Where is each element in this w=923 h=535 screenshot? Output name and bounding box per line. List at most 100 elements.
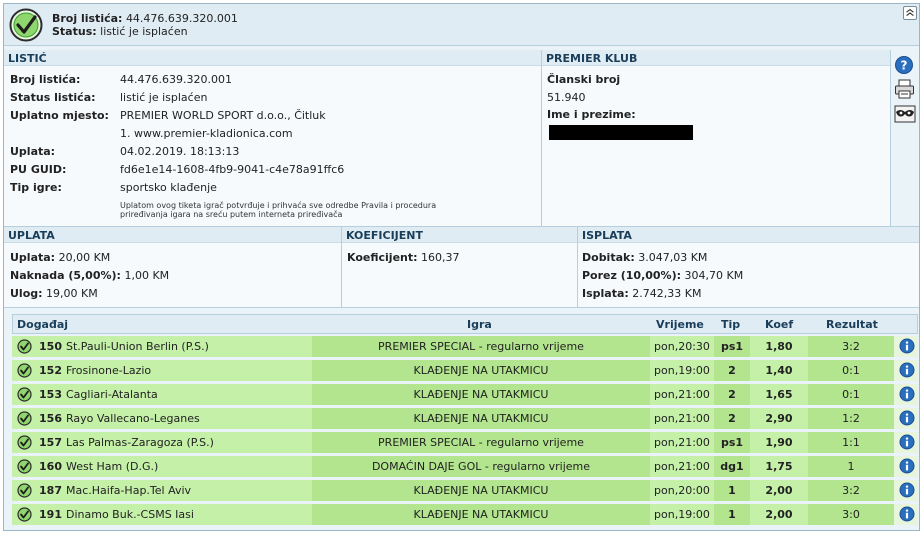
event-number: 152 — [39, 364, 62, 377]
info-icon[interactable] — [899, 362, 915, 378]
listic-value-site: 1. www.premier-kladionica.com — [120, 127, 293, 140]
listic-row-date: Uplata: — [10, 145, 56, 158]
table-row: 153 Cagliari-Atalanta KLAĐENJE NA UTAKMICU… — [12, 384, 918, 405]
ticket-header: Broj listića: 44.476.639.320.001 Status:… — [4, 4, 919, 46]
info-cell — [894, 504, 918, 525]
col-game: Igra — [467, 318, 492, 331]
time-cell: pon,19:00 — [650, 504, 714, 525]
game-cell: KLAĐENJE NA UTAKMICU — [312, 504, 650, 525]
help-icon[interactable]: ? — [894, 55, 914, 75]
event-name: Rayo Vallecano-Leganes — [66, 412, 200, 425]
tip-cell: 2 — [714, 384, 750, 405]
info-cell — [894, 432, 918, 453]
col-tip: Tip — [721, 318, 741, 331]
isplata-row-tax: Porez (10,00%): 304,70 KM — [582, 269, 744, 282]
info-icon[interactable] — [899, 506, 915, 522]
tip-cell: 2 — [714, 360, 750, 381]
uplata-row-amount: Uplata: 20,00 KM — [10, 251, 111, 264]
collapse-icon[interactable] — [903, 6, 917, 20]
info-icon[interactable] — [899, 458, 915, 474]
col-result: Rezultat — [826, 318, 878, 331]
isplata-row-win: Dobitak: 3.047,03 KM — [582, 251, 708, 264]
listic-row-place: Uplatno mjesto: — [10, 109, 109, 122]
game-cell: KLAĐENJE NA UTAKMICU — [312, 480, 650, 501]
name-label: Ime i prezime: — [547, 108, 636, 121]
check-circle-icon — [17, 411, 32, 426]
listic-row-status: Status listića: — [10, 91, 96, 104]
print-icon[interactable] — [894, 79, 916, 99]
listic-row-type: Tip igre: — [10, 181, 62, 194]
info-icon[interactable] — [899, 386, 915, 402]
table-row: 191 Dinamo Buk.-CSMS Iasi KLAĐENJE NA UTAK… — [12, 504, 918, 525]
result-cell: 3:0 — [808, 504, 894, 525]
listic-title: LISTIĆ — [4, 50, 541, 66]
tip-cell: ps1 — [714, 432, 750, 453]
tip-cell: 1 — [714, 480, 750, 501]
isplata-title: ISPLATA — [578, 227, 919, 243]
check-circle-icon — [17, 435, 32, 450]
result-cell: 1:2 — [808, 408, 894, 429]
time-cell: pon,19:00 — [650, 360, 714, 381]
event-cell: 153 Cagliari-Atalanta — [12, 384, 312, 405]
info-icon[interactable] — [899, 338, 915, 354]
time-cell: pon,20:00 — [650, 480, 714, 501]
listic-value-place: PREMIER WORLD SPORT d.o.o., Čitluk — [120, 109, 326, 122]
listic-value-type: sportsko klađenje — [120, 181, 217, 194]
table-header: Događaj Igra Vrijeme Tip Koef Rezultat — [12, 314, 918, 334]
table-row: 150 St.Pauli-Union Berlin (P.S.) PREMIER S… — [12, 336, 918, 357]
event-number: 187 — [39, 484, 62, 497]
event-name: Dinamo Buk.-CSMS Iasi — [66, 508, 194, 521]
event-name: Mac.Haifa-Hap.Tel Aviv — [66, 484, 192, 497]
event-cell: 160 West Ham (D.G.) — [12, 456, 312, 477]
time-cell: pon,21:00 — [650, 384, 714, 405]
ticket-window: Broj listića: 44.476.639.320.001 Status:… — [3, 3, 920, 531]
header-status-line: Status: listić je isplaćen — [52, 25, 188, 38]
listic-row-guid: PU GUID: — [10, 163, 67, 176]
check-circle-icon — [9, 8, 43, 42]
member-label: Članski broj — [547, 73, 621, 86]
listic-value-date: 04.02.2019. 18:13:13 — [120, 145, 240, 158]
table-row: 156 Rayo Vallecano-Leganes KLAĐENJE NA UTA… — [12, 408, 918, 429]
uplata-row-fee: Naknada (5,00%): 1,00 KM — [10, 269, 170, 282]
event-name: West Ham (D.G.) — [66, 460, 159, 473]
listic-value-status: listić je isplaćen — [120, 91, 208, 104]
uplata-row-stake: Ulog: 19,00 KM — [10, 287, 98, 300]
tip-cell: 2 — [714, 408, 750, 429]
event-cell: 157 Las Palmas-Zaragoza (P.S.) — [12, 432, 312, 453]
klub-title: PREMIER KLUB — [542, 50, 890, 66]
info-cell — [894, 456, 918, 477]
mask-icon[interactable] — [894, 104, 916, 124]
listic-value-ticket: 44.476.639.320.001 — [120, 73, 232, 86]
tip-cell: dg1 — [714, 456, 750, 477]
event-cell: 152 Frosinone-Lazio — [12, 360, 312, 381]
koef-cell: 2,00 — [750, 480, 808, 501]
time-cell: pon,20:30 — [650, 336, 714, 357]
listic-value-guid: fd6e1e14-1608-4fb9-9041-c4e78a91ffc6 — [120, 163, 345, 176]
game-cell: KLAĐENJE NA UTAKMICU — [312, 408, 650, 429]
result-cell: 1 — [808, 456, 894, 477]
koef-title: KOEFICIJENT — [342, 227, 577, 243]
check-circle-icon — [17, 363, 32, 378]
header-ticket-line: Broj listića: 44.476.639.320.001 — [52, 12, 238, 25]
check-circle-icon — [17, 387, 32, 402]
koef-row: Koeficijent: 160,37 — [347, 251, 460, 264]
game-cell: PREMIER SPECIAL - regularno vrijeme — [312, 336, 650, 357]
fine-print-line-2: priređivanja igara na sreću putem intern… — [120, 210, 343, 219]
koef-cell: 1,65 — [750, 384, 808, 405]
time-cell: pon,21:00 — [650, 408, 714, 429]
result-cell: 3:2 — [808, 336, 894, 357]
info-icon[interactable] — [899, 434, 915, 450]
koef-cell: 2,90 — [750, 408, 808, 429]
event-name: Frosinone-Lazio — [66, 364, 152, 377]
info-cell — [894, 384, 918, 405]
info-icon[interactable] — [899, 482, 915, 498]
time-cell: pon,21:00 — [650, 456, 714, 477]
game-cell: PREMIER SPECIAL - regularno vrijeme — [312, 432, 650, 453]
result-cell: 0:1 — [808, 360, 894, 381]
event-cell: 191 Dinamo Buk.-CSMS Iasi — [12, 504, 312, 525]
redacted-name — [549, 125, 693, 140]
table-row: 160 West Ham (D.G.) DOMAĆIN DAJE GOL - reg… — [12, 456, 918, 477]
event-cell: 150 St.Pauli-Union Berlin (P.S.) — [12, 336, 312, 357]
koef-cell: 1,40 — [750, 360, 808, 381]
info-icon[interactable] — [899, 410, 915, 426]
